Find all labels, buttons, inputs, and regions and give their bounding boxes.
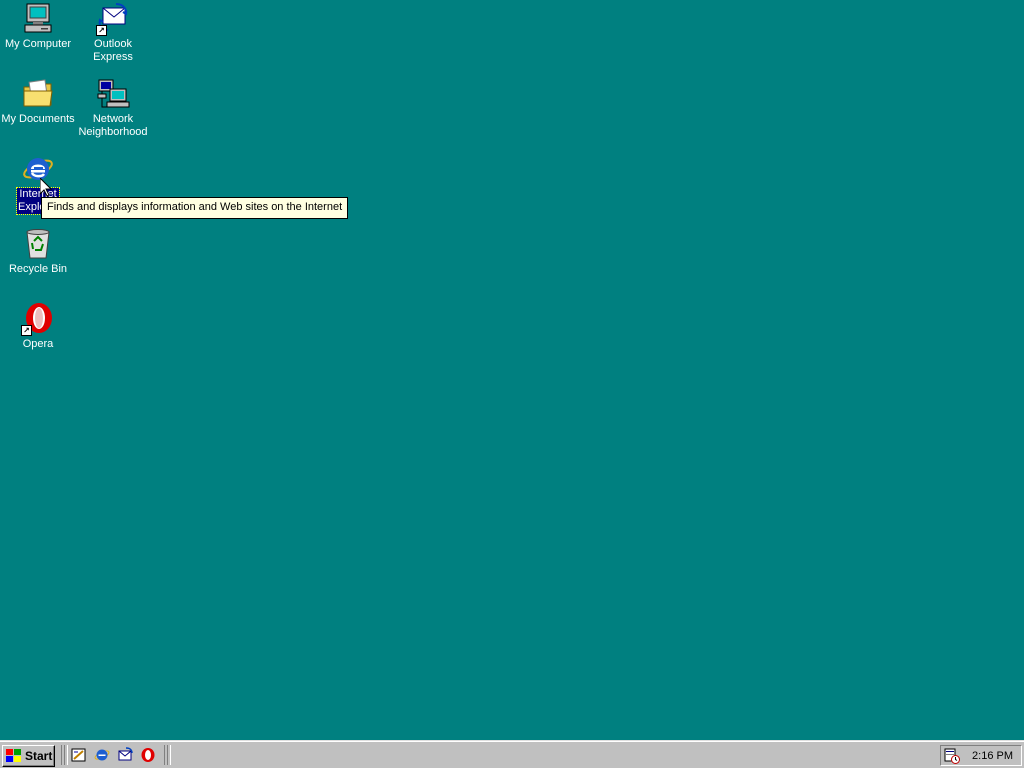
mouse-pointer-icon: [40, 178, 52, 197]
start-button[interactable]: Start: [2, 745, 55, 767]
outlook-express-icon: ↗: [96, 2, 130, 36]
shortcut-arrow-icon: ↗: [96, 25, 107, 36]
desktop-icon-recycle-bin[interactable]: Recycle Bin: [0, 227, 76, 276]
desktop-icon-my-documents[interactable]: My Documents: [0, 77, 76, 126]
recycle-bin-icon: [21, 227, 55, 261]
desktop-icon-label: Recycle Bin: [8, 263, 68, 275]
my-documents-icon: [21, 77, 55, 111]
taskbar: Start 2:16 PM: [0, 740, 1024, 768]
windows-logo-icon: [6, 749, 21, 762]
my-computer-icon: [21, 2, 55, 36]
shortcut-arrow-icon: ↗: [21, 325, 32, 336]
desktop-icon-label: Opera: [22, 338, 54, 350]
clock[interactable]: 2:16 PM: [972, 749, 1013, 763]
opera-icon: ↗: [21, 302, 55, 336]
network-neighborhood-icon: [96, 77, 130, 111]
system-tray: 2:16 PM: [940, 745, 1022, 766]
taskbar-separator: [167, 745, 171, 765]
start-label: Start: [25, 749, 53, 763]
desktop-icon-label: My Computer: [4, 38, 72, 50]
desktop-icon-opera[interactable]: ↗ Opera: [0, 302, 76, 351]
quick-launch-opera[interactable]: [139, 746, 157, 764]
opera-icon: [141, 748, 155, 762]
show-desktop-icon: [71, 748, 86, 762]
desktop-icon-outlook-express[interactable]: ↗ Outlook Express: [75, 2, 151, 64]
desktop-icon-label: Outlook Express: [93, 38, 133, 63]
desktop-icon-label: My Documents: [1, 113, 75, 125]
quick-launch-outlook-express[interactable]: [116, 746, 134, 764]
desktop-icon-label: Network Neighborhood: [78, 113, 148, 138]
outlook-express-icon: [118, 747, 133, 761]
taskbar-separator: [64, 745, 68, 765]
tooltip: Finds and displays information and Web s…: [41, 197, 349, 219]
quick-launch-internet-explorer[interactable]: [93, 746, 111, 764]
quick-launch-show-desktop[interactable]: [70, 746, 88, 764]
internet-explorer-icon: [94, 749, 110, 761]
desktop-icon-my-computer[interactable]: My Computer: [0, 2, 76, 51]
desktop[interactable]: My Computer ↗ Outlook Express My Documen…: [0, 0, 1024, 740]
scheduler-icon[interactable]: [944, 748, 960, 764]
desktop-icon-network-neighborhood[interactable]: Network Neighborhood: [75, 77, 151, 139]
